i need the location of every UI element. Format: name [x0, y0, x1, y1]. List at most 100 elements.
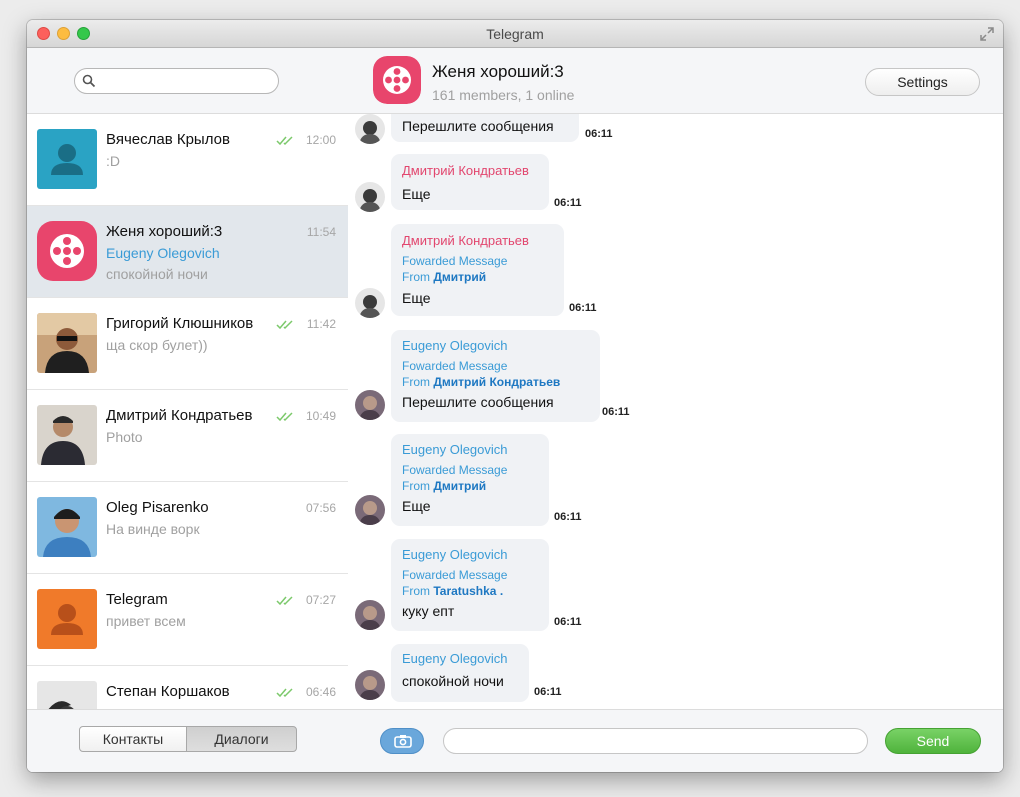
avatar — [37, 129, 97, 189]
message-sender: Eugeny Olegovich — [402, 338, 508, 353]
message-sender: Eugeny Olegovich — [402, 651, 508, 666]
app-window: Telegram Вячеслав Крылов:D 12:00 Женя х… — [27, 20, 1003, 772]
chat-header: Женя хороший:3 161 members, 1 online Set… — [348, 48, 1003, 114]
forwarded-from-name[interactable]: Дмитрий — [433, 479, 486, 493]
message-time: 06:11 — [569, 302, 597, 314]
avatar — [37, 221, 97, 281]
avatar[interactable] — [355, 390, 385, 420]
message-bubble: Eugeny Olegovich спокойной ночи — [391, 644, 529, 702]
message-time: 06:11 — [554, 511, 582, 523]
person-icon — [37, 589, 97, 649]
dialog-item[interactable]: Степан Коршаков 06:46 — [27, 666, 348, 709]
search-box[interactable] — [74, 68, 279, 94]
avatar[interactable] — [355, 670, 385, 700]
avatar — [37, 589, 97, 649]
settings-button[interactable]: Settings — [865, 68, 980, 96]
message-list[interactable]: Перешлите сообщения 06:11 Дмитрий Кондра… — [348, 114, 1003, 709]
forwarded-from-name[interactable]: Taratushka . — [433, 584, 503, 598]
dialog-name: Дмитрий Кондратьев — [106, 407, 253, 424]
forwarded-from-name[interactable]: Дмитрий Кондратьев — [433, 375, 560, 389]
user-photo — [355, 670, 385, 700]
tab-dialogs[interactable]: Диалоги — [186, 726, 297, 752]
dialog-item[interactable]: Вячеслав Крылов :D 12:00 — [27, 114, 348, 206]
avatar[interactable] — [355, 495, 385, 525]
double-check-icon — [276, 596, 293, 606]
avatar[interactable] — [355, 288, 385, 318]
double-check-icon — [276, 136, 293, 146]
dialog-preview: Photo — [106, 429, 143, 445]
message-sender: Eugeny Olegovich — [402, 442, 508, 457]
chat-panel: Женя хороший:3 161 members, 1 online Set… — [348, 48, 1003, 772]
message-text: Еще — [402, 186, 431, 202]
dialog-name: Женя хороший:3 — [106, 223, 223, 240]
chat-title: Женя хороший:3 — [432, 62, 564, 81]
user-photo — [355, 600, 385, 630]
avatar[interactable] — [355, 600, 385, 630]
message-composer: Send — [348, 709, 1003, 772]
double-check-icon — [276, 688, 293, 698]
dialog-name: Telegram — [106, 591, 168, 608]
tab-contacts[interactable]: Контакты — [79, 726, 187, 752]
double-check-icon — [276, 320, 293, 330]
dialog-item[interactable]: Telegram привет всем 07:27 — [27, 574, 348, 666]
dialog-list: Вячеслав Крылов :D 12:00 Женя хороший:3 … — [27, 114, 348, 709]
attach-photo-button[interactable] — [380, 728, 424, 754]
message-time: 06:11 — [554, 616, 582, 628]
dialog-time: 11:54 — [306, 225, 336, 239]
message-sender: Eugeny Olegovich — [402, 547, 508, 562]
forwarded-label: Fowarded Message — [402, 568, 508, 582]
dialog-time: 06:46 — [305, 685, 336, 699]
message-bubble: Eugeny Olegovich Fowarded Message From T… — [391, 539, 549, 631]
message-text: спокойной ночи — [402, 673, 504, 689]
dialog-preview: :D — [106, 153, 120, 169]
forwarded-label: Fowarded Message — [402, 463, 508, 477]
dialog-preview: ща скор булет)) — [106, 337, 208, 353]
message-input[interactable] — [443, 728, 868, 754]
user-photo — [355, 390, 385, 420]
sidebar: Вячеслав Крылов :D 12:00 Женя хороший:3 … — [27, 48, 348, 772]
avatar[interactable] — [355, 182, 385, 212]
forwarded-from: From Дмитрий — [402, 479, 487, 493]
dialog-time: 11:42 — [306, 317, 336, 331]
message-sender: Дмитрий Кондратьев — [402, 233, 529, 248]
window-title: Telegram — [486, 26, 544, 42]
message-text: Еще — [402, 498, 431, 514]
dialog-time: 07:27 — [305, 593, 336, 607]
message-bubble: Дмитрий Кондратьев Fowarded Message From… — [391, 224, 564, 316]
sidebar-footer: Контакты Диалоги — [27, 709, 348, 772]
send-button[interactable]: Send — [885, 728, 981, 754]
dialog-time: 07:56 — [305, 501, 336, 515]
dialog-item[interactable]: Oleg Pisarenko На винде ворк 07:56 — [27, 482, 348, 574]
dialog-item[interactable]: Григорий Клюшников ща скор булет)) 11:42 — [27, 298, 348, 390]
dialog-item-active[interactable]: Женя хороший:3 Eugeny Olegovich спокойно… — [27, 206, 348, 298]
group-logo-icon — [373, 56, 421, 104]
sidebar-header — [27, 48, 348, 114]
fullscreen-icon[interactable] — [979, 26, 995, 42]
message-time: 06:11 — [534, 686, 562, 698]
camera-icon — [394, 735, 412, 748]
message-text: Еще — [402, 290, 431, 306]
forwarded-label: Fowarded Message — [402, 254, 508, 268]
message-bubble: Eugeny Olegovich Fowarded Message From Д… — [391, 330, 600, 422]
user-photo — [37, 497, 97, 557]
avatar — [37, 681, 97, 709]
message-bubble: Eugeny Olegovich Fowarded Message From Д… — [391, 434, 549, 526]
forwarded-from-name[interactable]: Дмитрий — [433, 270, 486, 284]
chat-avatar[interactable] — [373, 56, 421, 104]
search-input[interactable] — [99, 72, 269, 90]
user-photo — [37, 681, 97, 709]
message-text: Перешлите сообщения — [402, 394, 554, 410]
forwarded-from: From Дмитрий Кондратьев — [402, 375, 561, 389]
dialog-item[interactable]: Дмитрий Кондратьев Photo 10:49 — [27, 390, 348, 482]
message-text: куку епт — [402, 603, 455, 619]
user-photo — [355, 182, 385, 212]
avatar[interactable] — [355, 114, 385, 144]
message-text: Перешлите сообщения — [402, 118, 554, 134]
user-photo — [355, 288, 385, 318]
message-time: 06:11 — [585, 128, 613, 140]
forwarded-label: Fowarded Message — [402, 359, 508, 373]
dialog-preview: спокойной ночи — [106, 266, 208, 282]
dialog-time: 10:49 — [305, 409, 336, 423]
user-photo — [355, 114, 385, 144]
dialog-preview: На винде ворк — [106, 521, 200, 537]
